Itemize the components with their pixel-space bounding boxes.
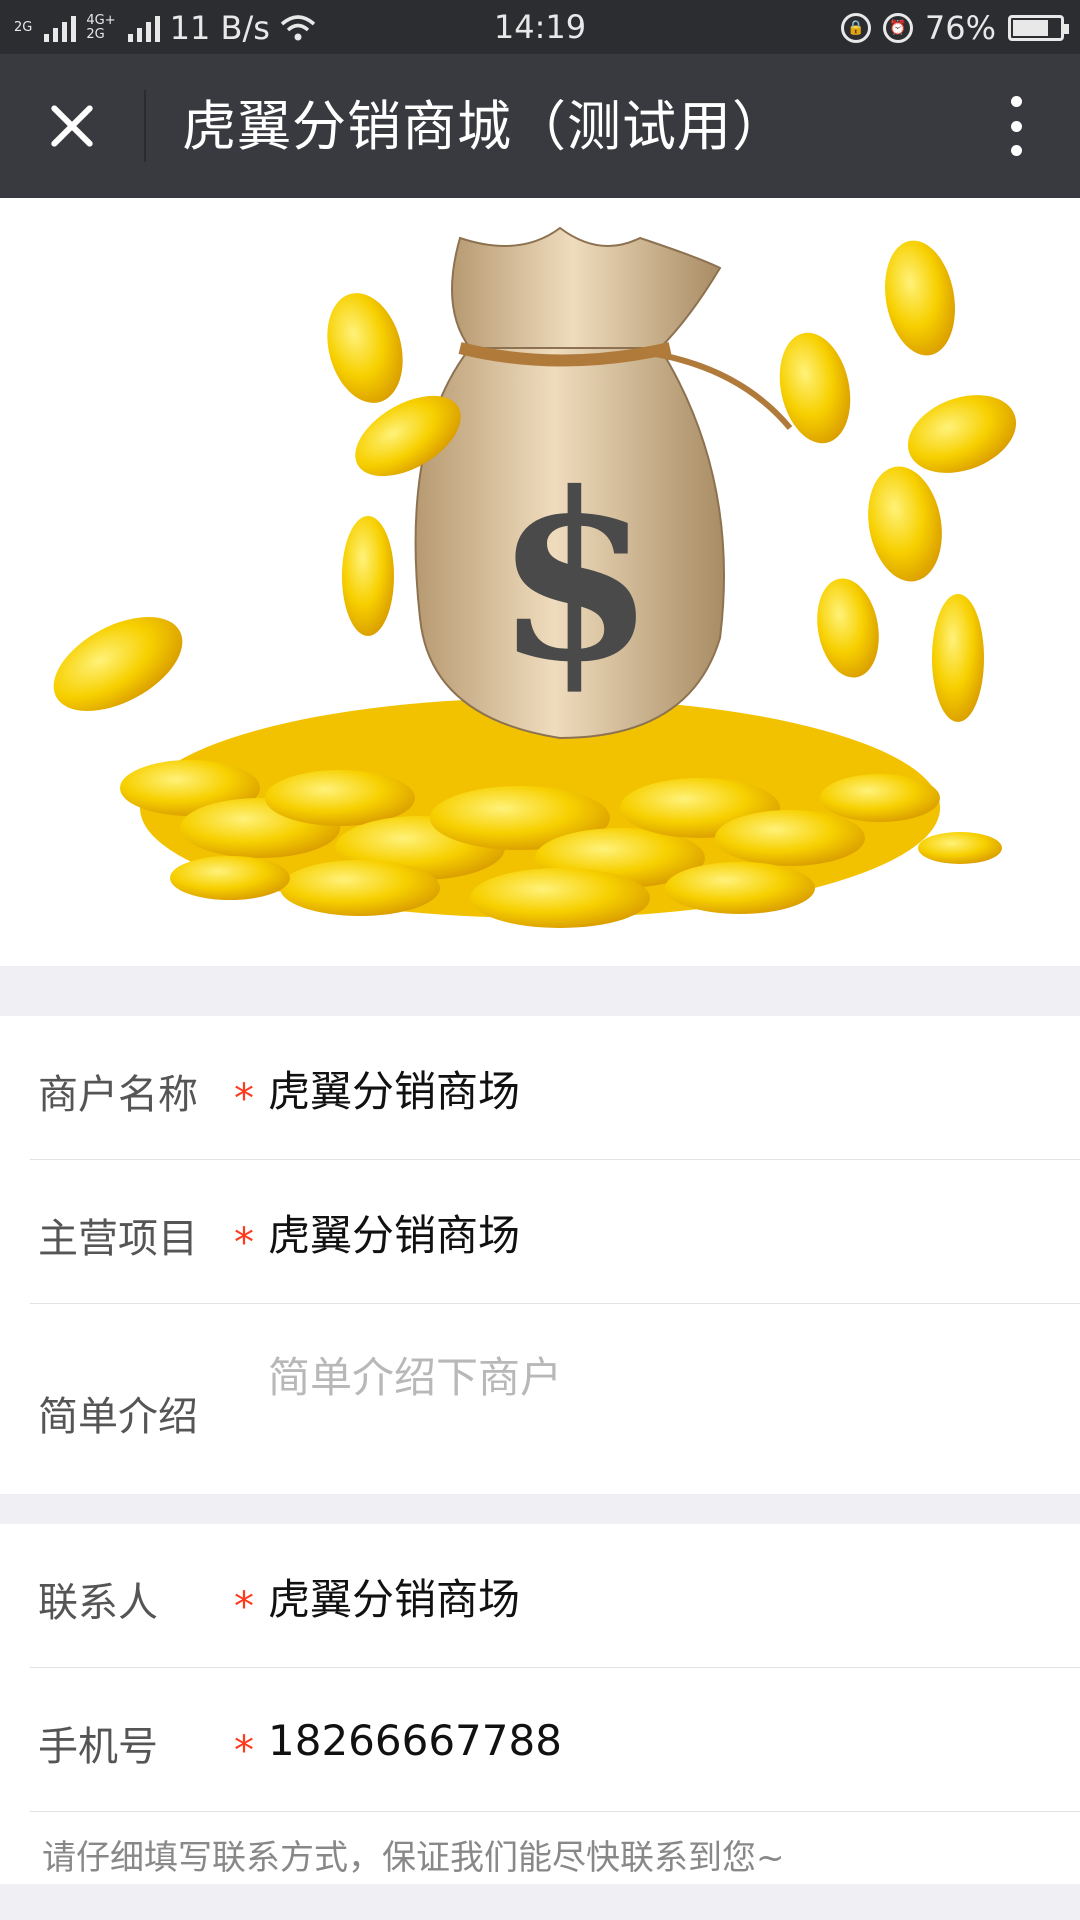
money-bag-illustration: $ <box>53 226 1017 928</box>
battery-percent: 76% <box>924 9 996 47</box>
merchant-info-section: 商户名称 * 主营项目 * 简单介绍 简单介绍下商户 <box>0 1016 1080 1494</box>
required-mark: * <box>234 1220 254 1266</box>
contact-label: 联系人 <box>38 1580 158 1626</box>
rotation-lock-icon: 🔒 <box>840 13 871 43</box>
intro-row: 简单介绍 简单介绍下商户 <box>30 1304 1080 1492</box>
intro-textarea[interactable]: 简单介绍下商户 <box>268 1344 1048 1402</box>
required-mark: * <box>234 1584 254 1630</box>
more-menu-button[interactable] <box>992 90 1040 162</box>
dot-icon <box>1010 120 1022 132</box>
status-bar: 2G 4G+ 2G 11 B/s 14:19 🔒 ⏰ 76% <box>0 0 1080 54</box>
dot-icon <box>1010 145 1022 156</box>
nav-bar: 虎翼分销商城（测试用） <box>0 54 1080 198</box>
main-business-row: 主营项目 * <box>30 1160 1080 1304</box>
dollar-sign: $ <box>495 443 655 713</box>
contact-hint: 请仔细填写联系方式，保证我们能尽快联系到您~ <box>42 1838 785 1878</box>
required-mark: * <box>234 1728 254 1774</box>
merchant-name-row: 商户名称 * <box>30 1016 1080 1160</box>
main-business-label: 主营项目 <box>38 1216 198 1262</box>
nav-divider <box>144 90 146 162</box>
battery-level <box>1013 20 1048 36</box>
dot-icon <box>1010 96 1022 107</box>
alarm-icon: ⏰ <box>882 13 913 43</box>
contact-input[interactable] <box>268 1568 1048 1624</box>
contact-row: 联系人 * <box>30 1524 1080 1668</box>
phone-input[interactable] <box>268 1712 1048 1768</box>
main-business-input[interactable] <box>268 1204 1048 1260</box>
merchant-name-label: 商户名称 <box>38 1072 198 1118</box>
battery-icon <box>1008 15 1069 41</box>
merchant-name-input[interactable] <box>268 1060 1048 1116</box>
page-title: 虎翼分销商城（测试用） <box>182 95 787 158</box>
banner-image: $ <box>0 198 1080 966</box>
intro-label: 简单介绍 <box>38 1394 198 1440</box>
close-button[interactable] <box>30 84 114 168</box>
required-mark: * <box>234 1076 254 1122</box>
phone-label: 手机号 <box>38 1724 158 1770</box>
phone-row: 手机号 * <box>30 1668 1080 1812</box>
money-bag: $ <box>414 226 793 740</box>
close-icon <box>46 100 98 152</box>
